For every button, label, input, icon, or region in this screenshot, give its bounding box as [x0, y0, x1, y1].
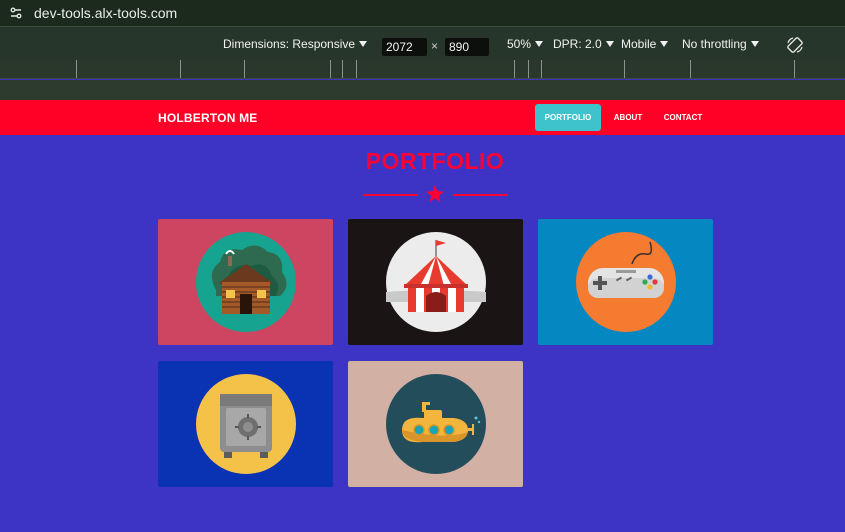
device-frame-bar [0, 80, 845, 100]
device-label: Mobile [621, 37, 657, 51]
site-brand[interactable]: HOLBERTON ME [158, 111, 258, 125]
ruler-tick [541, 60, 542, 78]
media-query-ruler [0, 60, 845, 79]
rotate-icon[interactable] [786, 36, 804, 54]
section-title: PORTFOLIO [365, 148, 505, 174]
star-icon [426, 185, 444, 203]
caret-down-icon [605, 41, 614, 47]
url-text[interactable]: dev-tools.alx-tools.com [34, 5, 177, 21]
throttling-dropdown[interactable]: No throttling [682, 37, 759, 51]
nav-item-about[interactable]: ABOUT [606, 104, 650, 131]
portfolio-card-submarine[interactable] [348, 361, 523, 487]
height-input[interactable]: 890 [445, 38, 489, 56]
width-input[interactable]: 2072 [382, 38, 427, 56]
device-toolbar: Dimensions: Responsive 2072 × 890 50% DP… [0, 26, 845, 60]
game-controller-icon [575, 232, 676, 332]
dimensions-dropdown[interactable]: Dimensions: Responsive [223, 37, 368, 51]
ruler-tick [342, 60, 343, 78]
ruler-tick [180, 60, 181, 78]
zoom-label: 50% [507, 37, 532, 51]
zoom-dropdown[interactable]: 50% [507, 37, 544, 51]
dpr-dropdown[interactable]: DPR: 2.0 [553, 37, 614, 51]
ruler-tick [356, 60, 357, 78]
portfolio-card-circus[interactable] [348, 219, 523, 345]
title-divider-left [363, 194, 418, 196]
throttle-label: No throttling [682, 37, 747, 51]
site-navbar: HOLBERTON ME PORTFOLIO ABOUT CONTACT [0, 100, 845, 135]
ruler-tick [690, 60, 691, 78]
portfolio-card-cabin[interactable] [158, 219, 333, 345]
caret-down-icon [660, 41, 669, 47]
ruler-tick [528, 60, 529, 78]
ruler-tick [794, 60, 795, 78]
ruler-tick [76, 60, 77, 78]
ruler-tick [330, 60, 331, 78]
cabin-icon [195, 232, 296, 332]
nav-item-portfolio[interactable]: PORTFOLIO [535, 104, 601, 131]
title-divider-right [453, 194, 508, 196]
dpr-label: DPR: 2.0 [553, 37, 602, 51]
caret-down-icon [750, 41, 759, 47]
portfolio-card-safe[interactable] [158, 361, 333, 487]
ruler-tick [624, 60, 625, 78]
safe-icon [195, 374, 296, 474]
submarine-icon [385, 374, 486, 474]
caret-down-icon [359, 41, 368, 47]
nav-item-contact[interactable]: CONTACT [656, 104, 710, 131]
device-type-dropdown[interactable]: Mobile [621, 37, 669, 51]
ruler-tick [244, 60, 245, 78]
dimensions-label: Dimensions: Responsive [223, 37, 356, 51]
browser-url-bar: dev-tools.alx-tools.com [0, 0, 845, 26]
circus-tent-icon [385, 232, 486, 332]
portfolio-card-controller[interactable] [538, 219, 713, 345]
caret-down-icon [535, 41, 544, 47]
site-settings-icon[interactable] [7, 4, 25, 22]
ruler-tick [514, 60, 515, 78]
times-symbol: × [431, 39, 439, 53]
